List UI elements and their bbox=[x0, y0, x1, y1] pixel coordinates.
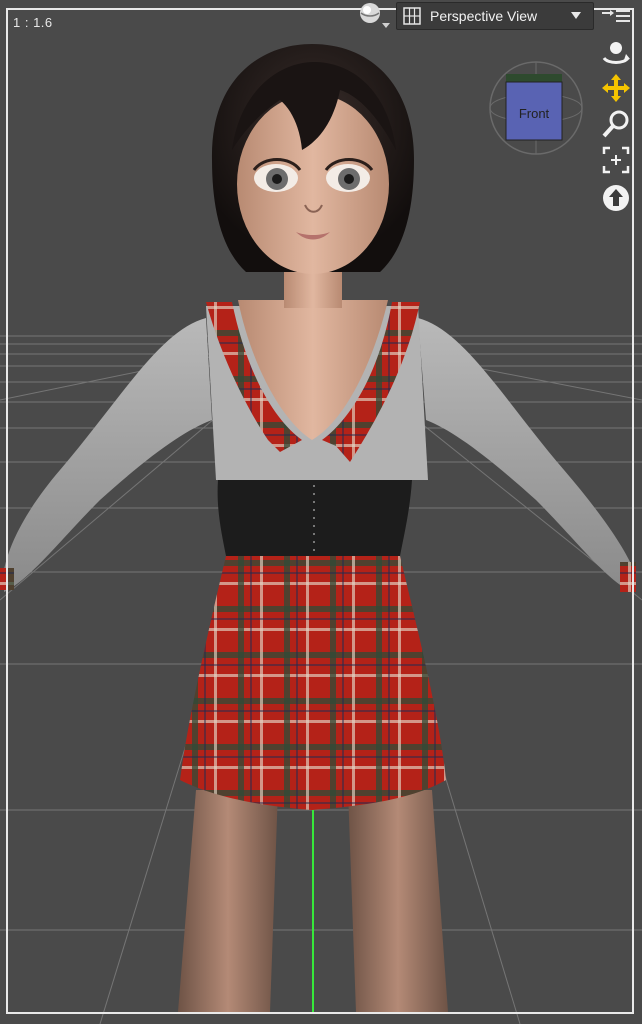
pan-tool-icon[interactable] bbox=[600, 72, 632, 104]
plaid-skirt bbox=[180, 556, 446, 810]
3d-viewport[interactable]: 1 : 1.6 Perspective View Front bbox=[0, 0, 642, 1024]
view-cube-front-label: Front bbox=[519, 106, 550, 121]
up-arrow-tool-icon[interactable] bbox=[600, 182, 632, 214]
left-leg bbox=[178, 790, 278, 1012]
view-select-label: Perspective View bbox=[430, 8, 538, 24]
left-cuff bbox=[0, 568, 14, 590]
view-cube[interactable]: Front bbox=[484, 60, 588, 156]
grid-view-icon bbox=[403, 7, 421, 25]
left-sleeve bbox=[4, 318, 212, 592]
aspect-ratio-label: 1 : 1.6 bbox=[13, 15, 53, 30]
view-select-dropdown[interactable]: Perspective View bbox=[396, 2, 594, 30]
orbit-tool-icon[interactable] bbox=[600, 38, 632, 70]
frame-tool-icon[interactable] bbox=[600, 144, 632, 176]
chevron-down-icon bbox=[571, 12, 581, 19]
right-leg bbox=[348, 790, 448, 1012]
right-sleeve bbox=[418, 318, 632, 592]
camera-chevron-icon[interactable] bbox=[382, 23, 390, 28]
zoom-tool-icon[interactable] bbox=[600, 108, 632, 140]
right-cuff bbox=[620, 562, 636, 592]
camera-orbit-icon[interactable] bbox=[358, 2, 384, 28]
menu-icon[interactable] bbox=[600, 3, 636, 27]
